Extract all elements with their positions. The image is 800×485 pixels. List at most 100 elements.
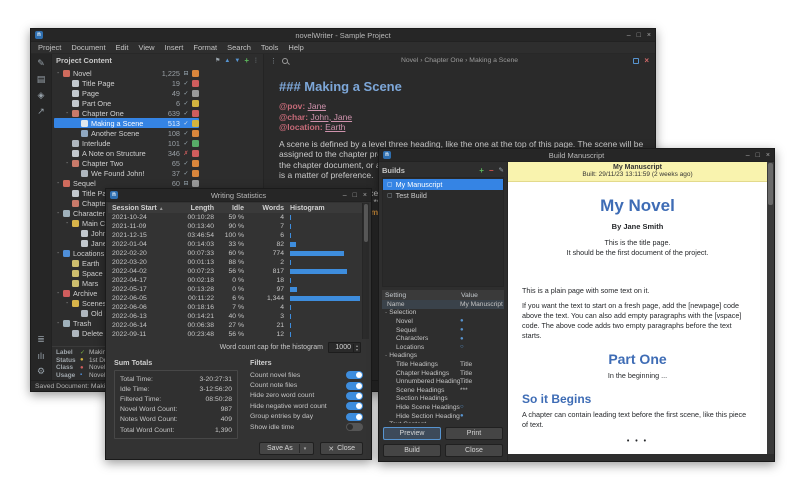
stats-titlebar[interactable]: n Writing Statistics – □ × xyxy=(106,189,371,202)
session-row[interactable]: 2022-05-17 00:13:28 0 % 97 xyxy=(108,285,369,294)
column-words[interactable]: Words xyxy=(244,205,284,212)
tag-value[interactable]: John, Jane xyxy=(310,112,352,122)
setting-twisty[interactable]: - xyxy=(385,352,387,359)
setting-radio-icon[interactable]: ○ xyxy=(460,404,464,410)
toggle-switch[interactable] xyxy=(346,382,363,390)
column-histogram[interactable]: Histogram xyxy=(284,205,360,212)
setting-row[interactable]: Sequel ● xyxy=(382,326,504,335)
toggle-switch[interactable] xyxy=(346,392,363,400)
move-down-icon[interactable]: ▼ xyxy=(234,58,240,64)
setting-twisty[interactable]: - xyxy=(385,309,387,316)
scrollbar-thumb[interactable] xyxy=(364,204,368,242)
editor-close-icon[interactable]: × xyxy=(644,58,649,64)
print-button[interactable]: Print xyxy=(445,427,503,440)
session-row[interactable]: 2022-03-20 00:01:13 88 % 2 xyxy=(108,258,369,267)
active-check-icon[interactable]: ✓ xyxy=(180,110,192,117)
menu-item[interactable]: View xyxy=(133,43,159,52)
setting-row[interactable]: Section Headings xyxy=(382,395,504,404)
editor-menu-icon[interactable]: ⋮ xyxy=(270,57,277,65)
build-titlebar[interactable]: n Build Manuscript – □ × xyxy=(379,149,774,162)
active-check-icon[interactable]: ✓ xyxy=(180,170,192,177)
menu-item[interactable]: Help xyxy=(283,43,308,52)
status-flag[interactable] xyxy=(192,70,199,77)
tree-item[interactable]: We Found John! 37 ✓ xyxy=(54,168,199,178)
add-item-icon[interactable]: + xyxy=(244,56,249,65)
status-flag[interactable] xyxy=(192,180,199,187)
tag-value[interactable]: Earth xyxy=(325,122,345,132)
session-row[interactable]: 2022-06-14 00:06:38 27 % 21 xyxy=(108,321,369,330)
session-row[interactable]: 2022-04-17 00:02:18 0 % 18 xyxy=(108,276,369,285)
setting-row[interactable]: Title Headings Title xyxy=(382,360,504,369)
session-row[interactable]: 2021-10-24 00:10:28 59 % 4 xyxy=(108,213,369,222)
kebab-menu-icon[interactable]: ⋮ xyxy=(253,57,259,64)
setting-row[interactable]: Hide Section Headings ● xyxy=(382,412,504,421)
status-flag[interactable] xyxy=(192,170,199,177)
menu-item[interactable]: Project xyxy=(33,43,66,52)
active-check-icon[interactable]: ✓ xyxy=(180,120,192,127)
build-item[interactable]: ▢ My Manuscript xyxy=(383,179,503,190)
active-check-icon[interactable]: ⊟ xyxy=(180,180,192,187)
active-check-icon[interactable]: ✓ xyxy=(180,80,192,87)
column-length[interactable]: Length xyxy=(168,205,214,212)
tree-item[interactable]: A Note on Structure 346 ✗ xyxy=(54,148,199,158)
tree-item[interactable]: - Chapter Two 65 ✓ xyxy=(54,158,199,168)
tag-value[interactable]: Jane xyxy=(308,101,326,111)
settings-gear-icon[interactable]: ⚙ xyxy=(34,365,49,378)
build-button[interactable]: Build xyxy=(383,444,441,457)
tree-item[interactable]: - Novel 1,225 ⊟ xyxy=(54,68,199,78)
status-flag[interactable] xyxy=(192,110,199,117)
minimize-button[interactable]: – xyxy=(343,192,347,199)
status-flag[interactable] xyxy=(192,100,199,107)
details-icon[interactable]: ≣ xyxy=(34,333,49,346)
active-check-icon[interactable]: ⊟ xyxy=(180,70,192,77)
maximize-button[interactable]: □ xyxy=(353,192,357,199)
spin-down-icon[interactable]: ▾ xyxy=(356,348,358,352)
setting-row[interactable]: Scene Headings *** xyxy=(382,386,504,395)
setting-row[interactable]: -Selection xyxy=(382,309,504,318)
writing-stats-icon[interactable]: ılı xyxy=(34,349,49,362)
status-flag[interactable] xyxy=(192,140,199,147)
session-row[interactable]: 2022-06-05 00:11:22 6 % 1,344 xyxy=(108,294,369,303)
setting-row[interactable]: Locations ○ xyxy=(382,343,504,352)
active-check-icon[interactable]: ✓ xyxy=(180,90,192,97)
setting-row[interactable]: -Headings xyxy=(382,352,504,361)
menu-item[interactable]: Search xyxy=(222,43,256,52)
table-scrollbar[interactable] xyxy=(362,203,369,339)
remove-build-icon[interactable]: − xyxy=(489,166,494,175)
build-item[interactable]: ▢ Test Build xyxy=(383,190,503,201)
toggle-switch[interactable] xyxy=(346,402,363,410)
editor-maximize-icon[interactable] xyxy=(633,58,639,64)
active-check-icon[interactable]: ✗ xyxy=(180,150,192,157)
close-button[interactable]: × xyxy=(766,152,770,159)
add-build-icon[interactable]: + xyxy=(479,166,484,175)
cap-spinbox[interactable]: 1000 ▴▾ xyxy=(328,342,361,353)
setting-row[interactable]: Hide Scene Headings ○ xyxy=(382,403,504,412)
search-icon[interactable] xyxy=(282,58,288,64)
close-build-button[interactable]: Close xyxy=(445,444,503,457)
setting-row[interactable]: Chapter Headings Title xyxy=(382,369,504,378)
maximize-button[interactable]: □ xyxy=(756,152,760,159)
minimize-button[interactable]: – xyxy=(746,152,750,159)
close-button[interactable]: × xyxy=(647,32,651,39)
active-check-icon[interactable]: ✓ xyxy=(180,160,192,167)
setting-row[interactable]: Characters ● xyxy=(382,334,504,343)
setting-radio-icon[interactable]: ● xyxy=(460,413,464,419)
move-up-icon[interactable]: ▲ xyxy=(224,58,230,64)
status-flag[interactable] xyxy=(192,120,199,127)
tree-item[interactable]: Making a Scene 513 ✓ xyxy=(54,118,199,128)
toggle-switch[interactable] xyxy=(346,371,363,379)
close-button[interactable]: × xyxy=(363,192,367,199)
session-row[interactable]: 2022-06-06 00:18:16 7 % 4 xyxy=(108,303,369,312)
maximize-button[interactable]: □ xyxy=(637,32,641,39)
status-flag[interactable] xyxy=(192,80,199,87)
active-check-icon[interactable]: ✓ xyxy=(180,130,192,137)
menu-item[interactable]: Edit xyxy=(111,43,134,52)
tree-item[interactable]: Another Scene 108 ✓ xyxy=(54,128,199,138)
column-session-start[interactable]: Session Start▲ xyxy=(112,205,168,212)
main-titlebar[interactable]: n novelWriter - Sample Project – □ × xyxy=(31,29,655,42)
bookmark-icon[interactable]: ⚑ xyxy=(215,57,220,64)
menu-item[interactable]: Tools xyxy=(256,43,284,52)
toggle-switch[interactable] xyxy=(346,423,363,431)
setting-radio-icon[interactable]: ○ xyxy=(460,344,464,350)
scrollbar-thumb[interactable] xyxy=(768,163,773,205)
